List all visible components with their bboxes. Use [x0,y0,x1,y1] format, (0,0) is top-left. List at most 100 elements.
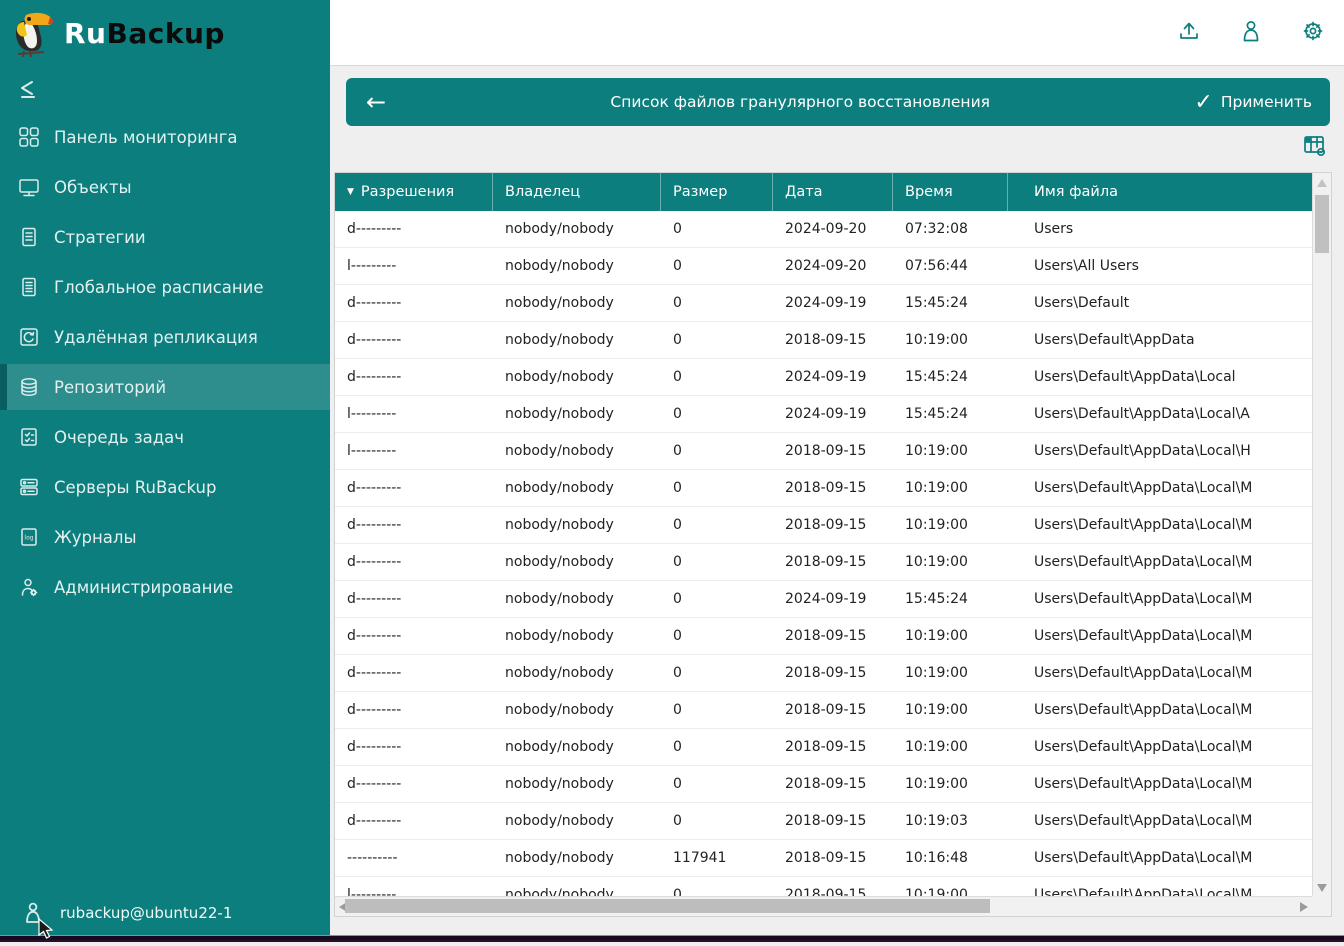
column-header-date[interactable]: Дата [773,173,893,211]
table-row[interactable]: d--------- nobody/nobody 0 2018-09-15 10… [335,655,1312,692]
dashboard-icon [18,126,40,148]
cell-date: 2018-09-15 [773,544,893,580]
strategies-doc-icon [18,226,40,248]
apply-button-label: Применить [1221,93,1312,111]
scrollbar-corner [1312,896,1331,916]
sidebar-item-servers[interactable]: Серверы RuBackup [0,462,330,512]
table-row[interactable]: d--------- nobody/nobody 0 2018-09-15 10… [335,766,1312,803]
cell-permissions: d--------- [335,655,493,691]
cell-owner: nobody/nobody [493,692,661,728]
horizontal-scroll-thumb[interactable] [345,899,990,913]
cell-filename: Users\Default\AppData [1008,322,1312,358]
cell-date: 2024-09-19 [773,581,893,617]
cell-permissions: d--------- [335,803,493,839]
window-bottom-edge [0,935,1344,942]
cell-time: 10:19:00 [893,470,1008,506]
user-icon[interactable] [1238,18,1264,44]
cell-time: 10:19:00 [893,507,1008,543]
vertical-scrollbar[interactable] [1312,173,1331,897]
scroll-right-arrow-icon[interactable] [1300,902,1308,912]
sidebar-item-administration[interactable]: Администрирование [0,562,330,612]
cell-size: 0 [661,433,773,469]
column-header-time[interactable]: Время [893,173,1008,211]
cell-date: 2024-09-20 [773,248,893,284]
table-row[interactable]: l--------- nobody/nobody 0 2018-09-15 10… [335,433,1312,470]
files-table: ▼ Разрешения Владелец Размер Дата Время … [334,172,1332,917]
cell-permissions: d--------- [335,618,493,654]
table-row[interactable]: d--------- nobody/nobody 0 2018-09-15 10… [335,692,1312,729]
cell-owner: nobody/nobody [493,285,661,321]
monitor-icon [18,176,40,198]
column-header-owner[interactable]: Владелец [493,173,661,211]
cell-filename: Users\Default\AppData\Local\M [1008,877,1312,897]
table-row[interactable]: l--------- nobody/nobody 0 2024-09-20 07… [335,248,1312,285]
apply-button[interactable]: ✓ Применить [1194,90,1330,115]
table-row[interactable]: ---------- nobody/nobody 117941 2018-09-… [335,840,1312,877]
collapse-sidebar-icon[interactable] [18,78,44,102]
table-row[interactable]: l--------- nobody/nobody 0 2018-09-15 10… [335,877,1312,897]
table-row[interactable]: d--------- nobody/nobody 0 2018-09-15 10… [335,322,1312,359]
table-row[interactable]: d--------- nobody/nobody 0 2024-09-20 07… [335,211,1312,248]
cell-date: 2024-09-19 [773,359,893,395]
sidebar-item-monitoring-panel[interactable]: Панель мониторинга [0,112,330,162]
cell-owner: nobody/nobody [493,766,661,802]
cell-size: 0 [661,581,773,617]
sidebar-item-objects[interactable]: Объекты [0,162,330,212]
table-row[interactable]: d--------- nobody/nobody 0 2024-09-19 15… [335,285,1312,322]
cell-permissions: ---------- [335,840,493,876]
cell-permissions: d--------- [335,285,493,321]
sidebar-item-label: Панель мониторинга [54,128,238,147]
gear-icon[interactable] [1300,18,1326,44]
cell-time: 10:19:00 [893,544,1008,580]
scroll-down-arrow-icon[interactable] [1317,884,1327,892]
cell-date: 2018-09-15 [773,729,893,765]
table-row[interactable]: l--------- nobody/nobody 0 2024-09-19 15… [335,396,1312,433]
sidebar: RuBackup Панель мониторинга Объекты Стра… [0,0,330,935]
sidebar-item-global-schedule[interactable]: Глобальное расписание [0,262,330,312]
table-row[interactable]: d--------- nobody/nobody 0 2018-09-15 10… [335,507,1312,544]
cell-owner: nobody/nobody [493,618,661,654]
cell-time: 10:19:00 [893,618,1008,654]
column-header-permissions[interactable]: ▼ Разрешения [335,173,493,211]
table-row[interactable]: d--------- nobody/nobody 0 2018-09-15 10… [335,803,1312,840]
sidebar-item-task-queue[interactable]: Очередь задач [0,412,330,462]
cell-date: 2018-09-15 [773,840,893,876]
table-row[interactable]: d--------- nobody/nobody 0 2024-09-19 15… [335,581,1312,618]
upload-icon[interactable] [1176,18,1202,44]
table-header-row: ▼ Разрешения Владелец Размер Дата Время … [335,173,1312,211]
cell-time: 15:45:24 [893,359,1008,395]
cell-time: 07:32:08 [893,211,1008,247]
sidebar-item-repository[interactable]: Репозиторий [0,364,330,410]
cell-time: 10:19:03 [893,803,1008,839]
cell-owner: nobody/nobody [493,396,661,432]
table-settings-icon[interactable] [1302,133,1328,159]
cell-date: 2018-09-15 [773,692,893,728]
repository-db-icon [18,376,40,398]
cell-owner: nobody/nobody [493,470,661,506]
topbar [330,0,1344,66]
cell-size: 0 [661,803,773,839]
horizontal-scrollbar[interactable] [335,896,1312,916]
check-icon: ✓ [1194,90,1212,115]
cell-filename: Users\Default\AppData\Local\M [1008,729,1312,765]
cell-time: 10:19:00 [893,655,1008,691]
table-row[interactable]: d--------- nobody/nobody 0 2024-09-19 15… [335,359,1312,396]
table-row[interactable]: d--------- nobody/nobody 0 2018-09-15 10… [335,729,1312,766]
cell-size: 0 [661,359,773,395]
cell-size: 0 [661,692,773,728]
column-header-filename[interactable]: Имя файла [1008,173,1312,211]
sidebar-item-label: Глобальное расписание [54,278,264,297]
table-row[interactable]: d--------- nobody/nobody 0 2018-09-15 10… [335,618,1312,655]
sidebar-item-strategies[interactable]: Стратегии [0,212,330,262]
sidebar-item-remote-replication[interactable]: Удалённая репликация [0,312,330,362]
cell-date: 2018-09-15 [773,655,893,691]
vertical-scroll-thumb[interactable] [1315,195,1329,253]
back-button[interactable]: ← [346,88,406,116]
column-header-size[interactable]: Размер [661,173,773,211]
cell-permissions: d--------- [335,322,493,358]
table-row[interactable]: d--------- nobody/nobody 0 2018-09-15 10… [335,544,1312,581]
table-row[interactable]: d--------- nobody/nobody 0 2018-09-15 10… [335,470,1312,507]
sidebar-item-journals[interactable]: log Журналы [0,512,330,562]
scroll-up-arrow-icon[interactable] [1317,179,1327,187]
cell-owner: nobody/nobody [493,359,661,395]
